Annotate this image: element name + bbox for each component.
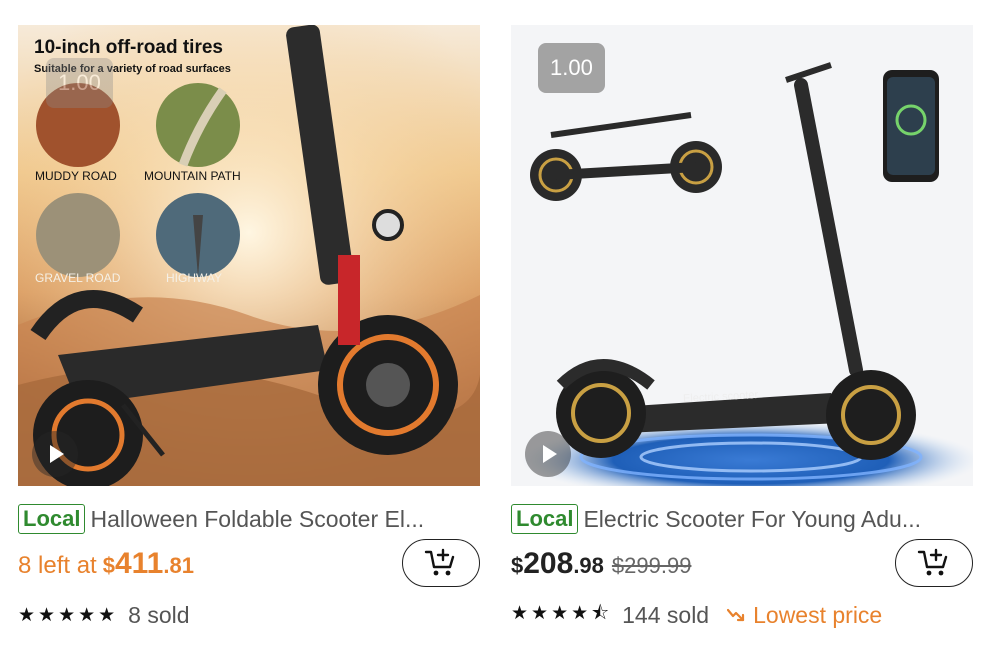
price-currency: $	[511, 553, 524, 578]
star-rating: ★★★★★	[18, 604, 119, 626]
playback-speed-badge[interactable]: 1.00	[538, 43, 605, 93]
original-price: $299.99	[611, 553, 692, 578]
product-title-row[interactable]: Local Halloween Foldable Scooter El...	[18, 503, 480, 535]
price-integer: 208	[523, 547, 574, 580]
play-icon	[543, 445, 557, 463]
road-label: GRAVEL ROAD	[35, 271, 121, 285]
sold-count: 144 sold	[622, 601, 710, 628]
image-headline: 10-inch off-road tires	[34, 37, 223, 58]
product-card[interactable]: 10-inch off-road tires Suitable for a va…	[18, 25, 480, 628]
sold-count: 8 sold	[128, 601, 190, 628]
scooter-illustration	[521, 62, 973, 486]
play-button[interactable]	[32, 431, 78, 477]
add-to-cart-icon	[424, 548, 455, 576]
trend-down-icon	[727, 608, 745, 622]
rating-row: ★★★★⯪ 144 sold Lowest price	[511, 600, 882, 630]
playback-speed-badge[interactable]: 1.00	[46, 58, 113, 108]
play-button[interactable]	[525, 431, 571, 477]
product-image[interactable]: Electric scooter 1.00	[511, 25, 973, 486]
price-currency: $	[102, 553, 115, 578]
road-label: MUDDY ROAD	[35, 169, 117, 183]
price-row: $ 208 .98 $299.99	[511, 547, 691, 587]
add-to-cart-button[interactable]	[895, 539, 973, 587]
play-icon	[50, 445, 64, 463]
local-tag: Local	[511, 504, 579, 534]
product-title[interactable]: Electric Scooter For Young Adu...	[583, 506, 921, 533]
stock-text: 8 left at	[18, 552, 97, 579]
lowest-price-label: Lowest price	[753, 601, 883, 628]
price-integer: 411	[114, 547, 164, 580]
product-title-row[interactable]: Local Electric Scooter For Young Adu...	[511, 503, 973, 535]
local-tag: Local	[18, 504, 86, 534]
price-decimal: .98	[573, 553, 604, 578]
price-row: 8 left at $ 411 .81	[18, 547, 194, 587]
star-rating: ★★★★⯪	[511, 603, 613, 624]
road-label: HIGHWAY	[166, 271, 222, 285]
road-label: MOUNTAIN PATH	[144, 169, 241, 183]
product-title[interactable]: Halloween Foldable Scooter El...	[90, 506, 424, 533]
product-image[interactable]: 10-inch off-road tires Suitable for a va…	[18, 25, 480, 486]
rating-row: ★★★★★ 8 sold	[18, 600, 190, 630]
price-decimal: .81	[163, 553, 194, 578]
product-card[interactable]: Electric scooter 1.00 Local Electric Sco…	[511, 25, 973, 628]
add-to-cart-icon	[917, 548, 948, 576]
lowest-price-badge: Lowest price	[727, 602, 882, 629]
add-to-cart-button[interactable]	[402, 539, 480, 587]
